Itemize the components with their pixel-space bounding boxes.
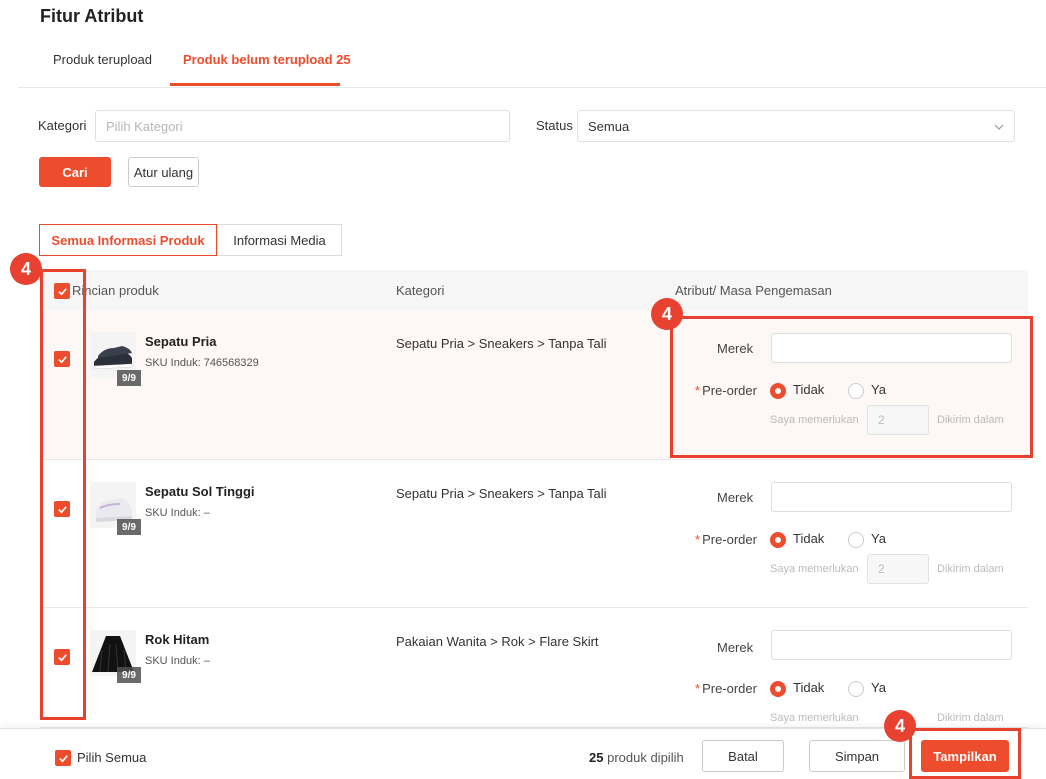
select-all-label: Pilih Semua [77,750,147,765]
column-header-category: Kategori [396,283,445,298]
annotation-step-badge: 4 [10,253,42,285]
days-input[interactable]: 2 [867,554,929,584]
preorder-no-label: Tidak [793,680,825,695]
product-sku: SKU Induk: – [145,655,210,667]
status-filter-label: Status [536,118,573,133]
selected-count: 25 produk dipilih [589,750,684,765]
preorder-label: * Pre-order [695,532,757,547]
preorder-no-radio[interactable] [770,681,786,697]
product-name: Rok Hitam [145,632,210,647]
tab-all-product-info[interactable]: Semua Informasi Produk [39,224,217,256]
page-title: Fitur Atribut [40,6,144,26]
checkmark-icon [58,754,68,762]
need-days-text: Saya memerlukan [770,712,859,724]
image-count-badge: 9/9 [117,370,141,386]
annotation-highlight-publish [909,728,1021,779]
product-name: Sepatu Sol Tinggi [145,484,255,499]
brand-input[interactable] [771,630,1012,660]
image-count-badge: 9/9 [117,667,141,683]
brand-label: Merek [717,640,754,655]
preorder-yes-label: Ya [871,680,886,695]
ship-within-text: Dikirim dalam [937,712,1004,724]
preorder-yes-label: Ya [871,531,886,546]
preorder-label: * Pre-order [695,681,757,696]
active-tab-indicator [170,83,340,86]
search-button[interactable]: Cari [39,157,111,187]
tab-media-info[interactable]: Informasi Media [217,224,342,256]
chevron-down-icon [994,119,1004,133]
image-count-badge: 9/9 [117,519,141,535]
product-sku: SKU Induk: 746568329 [145,357,259,369]
brand-label: Merek [717,490,754,505]
product-category: Sepatu Pria > Sneakers > Tanpa Tali [396,336,607,351]
save-button[interactable]: Simpan [809,740,905,772]
product-sku: SKU Induk: – [145,507,210,519]
column-header-attributes: Atribut/ Masa Pengemasan [675,283,832,298]
table-row [40,608,1028,728]
preorder-no-radio[interactable] [770,532,786,548]
preorder-yes-radio[interactable] [848,532,864,548]
tab-not-uploaded-products[interactable]: Produk belum terupload 25 [183,52,351,67]
reset-button[interactable]: Atur ulang [128,157,199,187]
tabs-divider [18,87,1046,88]
preorder-yes-radio[interactable] [848,681,864,697]
annotation-highlight-attributes [670,316,1033,458]
status-selected-value: Semua [588,118,630,134]
preorder-no-label: Tidak [793,531,825,546]
cancel-button[interactable]: Batal [702,740,784,772]
ship-within-text: Dikirim dalam [937,563,1004,575]
category-filter-label: Kategori [38,118,87,133]
product-name: Sepatu Pria [145,334,217,349]
category-placeholder: Pilih Kategori [106,118,183,134]
annotation-step-badge: 4 [651,298,683,330]
status-filter-select[interactable]: Semua [577,110,1015,142]
annotation-step-badge: 4 [884,710,916,742]
tab-uploaded-products[interactable]: Produk terupload [53,52,152,67]
table-header [40,270,1028,310]
product-category: Pakaian Wanita > Rok > Flare Skirt [396,634,599,649]
product-category: Sepatu Pria > Sneakers > Tanpa Tali [396,486,607,501]
annotation-highlight-checkboxes [40,269,86,720]
need-days-text: Saya memerlukan [770,563,859,575]
brand-input[interactable] [771,482,1012,512]
select-all-checkbox[interactable] [55,750,71,766]
category-filter-input[interactable]: Pilih Kategori [95,110,510,142]
